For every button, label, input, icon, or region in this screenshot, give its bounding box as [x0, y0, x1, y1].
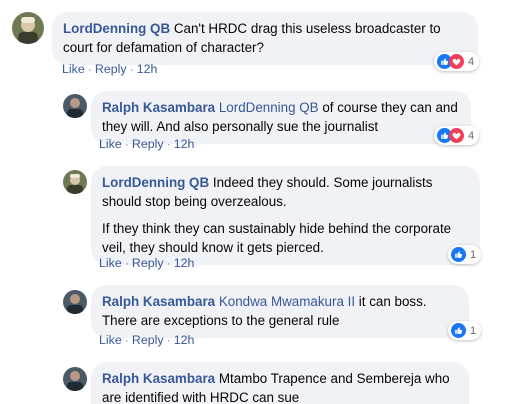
- comment-text: LordDenning QB Indeed they should. Some …: [102, 173, 469, 211]
- separator-dot: ·: [129, 62, 134, 76]
- avatar-ralph-kasambara[interactable]: [63, 290, 87, 314]
- reaction-count: 4: [468, 55, 475, 68]
- author-name[interactable]: Ralph Kasambara: [102, 294, 215, 309]
- separator-dot: ·: [124, 137, 129, 151]
- separator-dot: ·: [166, 137, 171, 151]
- comment-bubble: Ralph Kasambara Mtambo Trapence and Semb…: [91, 362, 469, 404]
- comment-bubble: LordDenning QB Can't HRDC drag this usel…: [52, 12, 478, 65]
- separator-dot: ·: [166, 256, 171, 270]
- author-name[interactable]: LordDenning QB: [63, 21, 170, 36]
- comment-actions: Like · Reply · 12h: [99, 137, 194, 151]
- reaction-summary[interactable]: 4: [434, 126, 480, 145]
- love-reaction-icon: [449, 54, 464, 69]
- comment-text: Ralph Kasambara Mtambo Trapence and Semb…: [102, 369, 458, 404]
- author-name[interactable]: Ralph Kasambara: [102, 100, 215, 115]
- reply-link[interactable]: Reply: [132, 137, 164, 151]
- avatar-lorddenning[interactable]: [63, 170, 87, 194]
- timestamp[interactable]: 12h: [174, 333, 195, 347]
- separator-dot: ·: [124, 333, 129, 347]
- timestamp[interactable]: 12h: [174, 137, 195, 151]
- like-link[interactable]: Like: [62, 62, 85, 76]
- avatar-lorddenning[interactable]: [12, 12, 44, 44]
- comment-bubble: Ralph Kasambara Kondwa Mwamakura II it c…: [91, 285, 469, 338]
- author-name[interactable]: LordDenning QB: [102, 175, 209, 190]
- comment-text: Ralph Kasambara Kondwa Mwamakura II it c…: [102, 292, 458, 330]
- separator-dot: ·: [166, 333, 171, 347]
- like-reaction-icon: [451, 247, 466, 262]
- reply-link[interactable]: Reply: [132, 333, 164, 347]
- like-link[interactable]: Like: [99, 256, 122, 270]
- reaction-count: 1: [470, 248, 477, 261]
- mention-link[interactable]: LordDenning QB: [219, 100, 319, 115]
- reply-link[interactable]: Reply: [95, 62, 127, 76]
- comment-text: LordDenning QB Can't HRDC drag this usel…: [63, 19, 467, 57]
- reaction-count: 1: [470, 324, 477, 337]
- love-reaction-icon: [449, 128, 464, 143]
- like-reaction-icon: [451, 323, 466, 338]
- comment-text-paragraph-2: If they think they can sustainably hide …: [102, 221, 452, 255]
- avatar-ralph-kasambara[interactable]: [63, 94, 87, 118]
- separator-dot: ·: [87, 62, 92, 76]
- author-name[interactable]: Ralph Kasambara: [102, 371, 215, 386]
- comment-actions: Like · Reply · 12h: [99, 333, 194, 347]
- like-link[interactable]: Like: [99, 137, 122, 151]
- timestamp[interactable]: 12h: [174, 256, 195, 270]
- comment-text: Ralph Kasambara LordDenning QB of course…: [102, 98, 460, 136]
- timestamp[interactable]: 12h: [137, 62, 158, 76]
- reaction-count: 4: [468, 129, 475, 142]
- mention-link[interactable]: Kondwa Mwamakura II: [219, 294, 355, 309]
- comment-actions: Like · Reply · 12h: [99, 256, 194, 270]
- reaction-summary[interactable]: 1: [448, 245, 482, 264]
- avatar-ralph-kasambara[interactable]: [63, 367, 87, 391]
- comment-bubble: LordDenning QB Indeed they should. Some …: [91, 166, 480, 265]
- reply-link[interactable]: Reply: [132, 256, 164, 270]
- comment-actions: Like · Reply · 12h: [62, 62, 157, 76]
- reaction-summary[interactable]: 4: [434, 52, 480, 71]
- like-link[interactable]: Like: [99, 333, 122, 347]
- separator-dot: ·: [124, 256, 129, 270]
- reaction-summary[interactable]: 1: [448, 321, 482, 340]
